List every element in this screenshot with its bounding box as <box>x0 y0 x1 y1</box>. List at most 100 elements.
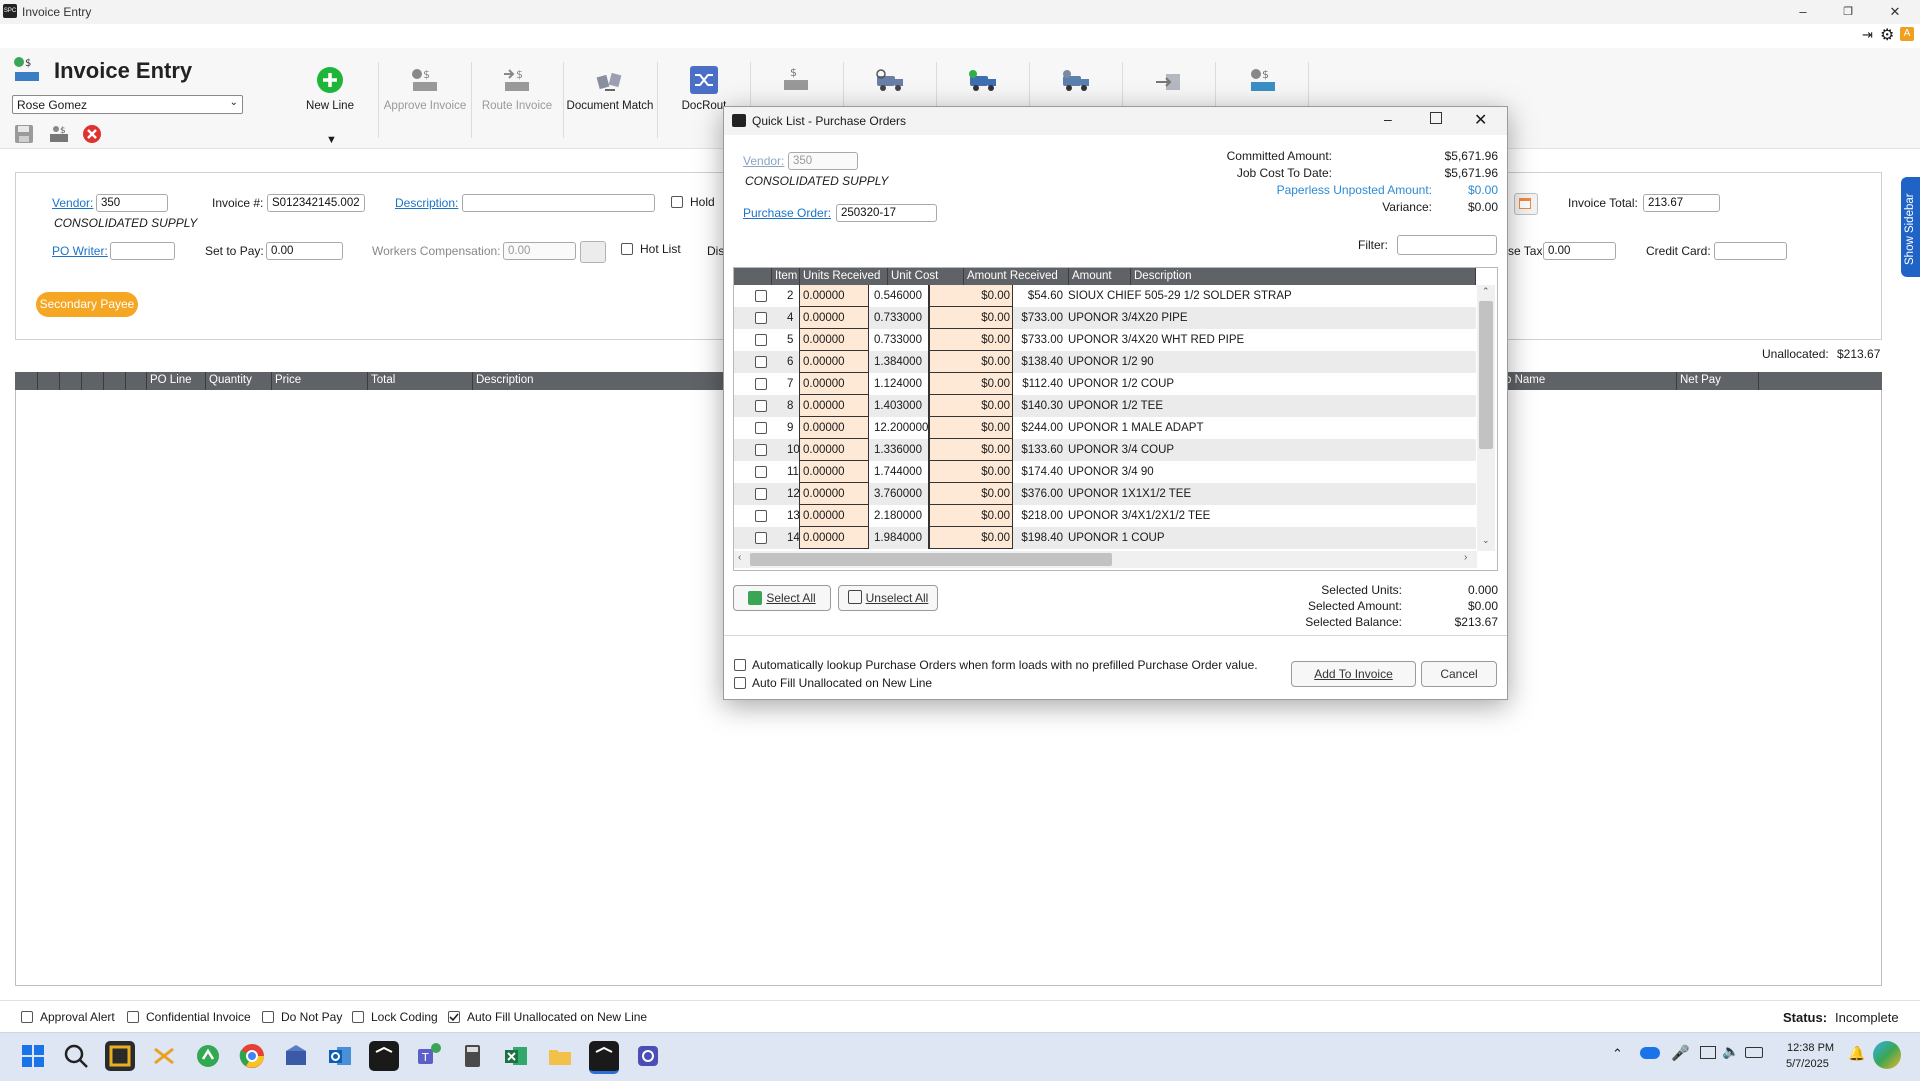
use-tax-input[interactable] <box>1543 242 1616 260</box>
minimize-icon[interactable]: – <box>1793 3 1813 21</box>
invoice-approve-icon[interactable]: $ <box>1247 66 1279 94</box>
calculator-app-icon[interactable] <box>457 1041 487 1071</box>
row-select-checkbox[interactable] <box>753 505 769 527</box>
row-select-checkbox[interactable] <box>753 351 769 373</box>
po-row[interactable]: 5 0.00000 0.733000 $0.00 $733.00 UPONOR 3/4X2… <box>734 329 1476 351</box>
route-invoice-button[interactable]: $ Route Invoice <box>472 58 562 143</box>
outlook-icon[interactable] <box>325 1041 355 1071</box>
po-row[interactable]: 6 0.00000 1.384000 $0.00 $138.40 UPONOR 1/2 9… <box>734 351 1476 373</box>
po-row[interactable]: 14 0.00000 1.984000 $0.00 $198.40 UPONOR 1 CO… <box>734 527 1476 549</box>
excel-icon[interactable] <box>501 1041 531 1071</box>
col-price[interactable]: Price <box>275 374 301 386</box>
quickbase-icon[interactable] <box>633 1041 663 1071</box>
col-amount[interactable]: Amount <box>1069 268 1131 285</box>
credit-card-input[interactable] <box>1714 242 1787 260</box>
dialog-maximize-icon[interactable] <box>1430 112 1442 124</box>
col-po-line[interactable]: PO Line <box>150 374 204 386</box>
horizontal-scroll-thumb[interactable] <box>750 553 1112 566</box>
row-units-received[interactable]: 0.00000 <box>799 439 869 461</box>
col-total[interactable]: Total <box>371 374 395 386</box>
lock-coding-checkbox[interactable] <box>352 1011 364 1023</box>
add-to-invoice-button[interactable]: Add To Invoice <box>1291 661 1416 687</box>
scroll-right-icon[interactable]: › <box>1464 552 1467 563</box>
dialog-vendor-link[interactable]: Vendor: <box>743 154 784 168</box>
scroll-down-icon[interactable]: ⌄ <box>1482 535 1490 546</box>
row-amount-received[interactable]: $0.00 <box>929 461 1013 483</box>
close-icon[interactable]: ✕ <box>1885 3 1905 21</box>
document-match-button[interactable]: Document Match <box>565 58 655 143</box>
filter-input[interactable] <box>1397 235 1497 255</box>
col-item[interactable]: Item <box>772 268 800 285</box>
row-units-received[interactable]: 0.00000 <box>799 395 869 417</box>
calculator-icon[interactable] <box>580 241 606 263</box>
display-icon[interactable] <box>1700 1046 1716 1059</box>
row-amount-received[interactable]: $0.00 <box>929 395 1013 417</box>
row-select-checkbox[interactable] <box>753 417 769 439</box>
bank-app-icon[interactable] <box>281 1041 311 1071</box>
calendar-icon[interactable] <box>1514 193 1538 215</box>
row-select-checkbox[interactable] <box>753 527 769 549</box>
speaker-icon[interactable]: 🔈 <box>1722 1043 1739 1060</box>
description-input[interactable] <box>462 194 655 212</box>
unselect-all-button[interactable]: Unselect All <box>838 585 938 611</box>
teams-icon[interactable]: T <box>413 1041 443 1071</box>
green-app-icon[interactable] <box>193 1041 223 1071</box>
snipping-tool-icon[interactable] <box>149 1041 179 1071</box>
invoice-icon[interactable]: $ <box>780 66 812 94</box>
windows-start-icon[interactable] <box>18 1041 48 1071</box>
save-icon[interactable] <box>14 124 34 144</box>
gear-icon[interactable]: ⚙ <box>1880 25 1894 45</box>
row-units-received[interactable]: 0.00000 <box>799 307 869 329</box>
set-to-pay-input[interactable] <box>266 242 343 260</box>
app-launcher-icon[interactable] <box>105 1041 135 1071</box>
clock-date[interactable]: 5/7/2025 <box>1786 1058 1829 1070</box>
po-row[interactable]: 4 0.00000 0.733000 $0.00 $733.00 UPONOR 3/4X2… <box>734 307 1476 329</box>
select-all-button[interactable]: Select All <box>733 585 831 611</box>
dialog-vendor-input[interactable] <box>788 152 858 170</box>
row-units-received[interactable]: 0.00000 <box>799 373 869 395</box>
row-units-received[interactable]: 0.00000 <box>799 329 869 351</box>
dialog-minimize-icon[interactable]: – <box>1384 111 1392 127</box>
row-amount-received[interactable]: $0.00 <box>929 483 1013 505</box>
tray-overflow-icon[interactable]: ⌃ <box>1612 1046 1623 1062</box>
file-explorer-icon[interactable] <box>545 1041 575 1071</box>
hold-checkbox[interactable] <box>671 196 683 208</box>
delete-icon[interactable] <box>82 124 102 144</box>
row-select-checkbox[interactable] <box>753 439 769 461</box>
row-units-received[interactable]: 0.00000 <box>799 351 869 373</box>
approve-invoice-button[interactable]: $ Approve Invoice <box>380 58 470 143</box>
col-quantity[interactable]: Quantity <box>209 374 252 386</box>
microphone-icon[interactable]: 🎤 <box>1671 1044 1690 1062</box>
workers-comp-input[interactable] <box>503 242 576 260</box>
row-units-received[interactable]: 0.00000 <box>799 461 869 483</box>
row-units-received[interactable]: 0.00000 <box>799 527 869 549</box>
vendor-link[interactable]: Vendor: <box>52 196 93 210</box>
auto-lookup-checkbox[interactable] <box>734 659 746 671</box>
chrome-icon[interactable] <box>237 1041 267 1071</box>
po-row[interactable]: 10 0.00000 1.336000 $0.00 $133.60 UPONOR 3/4 … <box>734 439 1476 461</box>
po-row[interactable]: 9 0.00000 12.200000 $0.00 $244.00 UPONOR 1 MA… <box>734 417 1476 439</box>
col-amount-received[interactable]: Amount Received <box>964 268 1069 285</box>
row-units-received[interactable]: 0.00000 <box>799 505 869 527</box>
row-amount-received[interactable]: $0.00 <box>929 351 1013 373</box>
alert-icon[interactable]: A <box>1900 27 1914 41</box>
do-not-pay-checkbox[interactable] <box>262 1011 274 1023</box>
spc-app-icon[interactable] <box>369 1041 399 1071</box>
col-units-received[interactable]: Units Received <box>800 268 888 285</box>
dropdown-arrow-icon[interactable]: ▼ <box>326 134 337 146</box>
copilot-icon[interactable] <box>1873 1041 1901 1069</box>
hot-list-checkbox[interactable] <box>621 243 633 255</box>
row-units-received[interactable]: 0.00000 <box>799 483 869 505</box>
vertical-scrollbar[interactable]: ⌃ ⌄ <box>1477 285 1495 551</box>
po-writer-input[interactable] <box>110 242 175 260</box>
row-amount-received[interactable]: $0.00 <box>929 285 1013 307</box>
col-net-pay[interactable]: Net Pay <box>1680 374 1721 386</box>
confidential-invoice-checkbox[interactable] <box>127 1011 139 1023</box>
purchase-order-input[interactable] <box>836 204 937 222</box>
restore-icon[interactable]: ❐ <box>1838 3 1858 21</box>
col-description[interactable]: Description <box>476 374 534 386</box>
row-amount-received[interactable]: $0.00 <box>929 439 1013 461</box>
user-select[interactable]: Rose Gomez ⌄ <box>12 95 243 114</box>
row-select-checkbox[interactable] <box>753 285 769 307</box>
export-document-icon[interactable] <box>1152 70 1186 94</box>
